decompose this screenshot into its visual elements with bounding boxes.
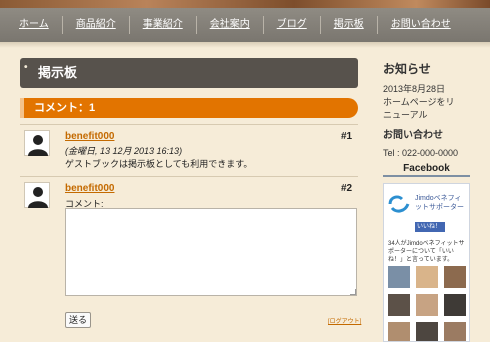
avatar bbox=[24, 182, 50, 208]
fan-avatar[interactable] bbox=[444, 294, 466, 316]
fan-avatar[interactable] bbox=[444, 266, 466, 288]
fan-avatar[interactable] bbox=[444, 322, 466, 341]
news-date: 2013年8月28日 bbox=[383, 84, 446, 94]
divider bbox=[20, 176, 358, 177]
resize-grip-icon bbox=[350, 289, 356, 295]
fan-avatar[interactable] bbox=[416, 322, 438, 341]
form-comment-number: #2 bbox=[341, 183, 353, 194]
page-title: • 掲示板 bbox=[20, 58, 358, 88]
news-text-line1: ホームページをリ bbox=[383, 97, 455, 107]
comment-count-bar: コメント：1 bbox=[20, 98, 358, 118]
nav-shadow bbox=[0, 42, 490, 48]
nav-item-contact[interactable]: お問い合わせ bbox=[378, 16, 464, 34]
comment-count-label: コメント：1 bbox=[34, 102, 96, 114]
user-silhouette-icon bbox=[28, 135, 48, 156]
facebook-title: Facebook bbox=[383, 163, 470, 177]
header-banner bbox=[0, 0, 490, 8]
nav-item-company[interactable]: 会社案内 bbox=[197, 16, 264, 34]
divider bbox=[20, 124, 358, 125]
fb-like-button[interactable]: いいね！ bbox=[415, 222, 445, 232]
facebook-widget: Jimdoベネフィットサポーター いいね！ 34人がJimdoベネフィットサポー… bbox=[383, 183, 470, 342]
comment-date: (金曜日, 13 12月 2013 16:13) bbox=[65, 146, 183, 156]
logout-link[interactable]: [ログアウト] bbox=[328, 316, 361, 325]
fan-avatar[interactable] bbox=[388, 322, 410, 341]
nav-item-home[interactable]: ホーム bbox=[0, 16, 63, 34]
news-title: お知らせ bbox=[383, 62, 431, 76]
fan-avatar[interactable] bbox=[416, 266, 438, 288]
textarea-resize-handle[interactable] bbox=[65, 208, 357, 296]
send-button[interactable]: 送る bbox=[65, 312, 91, 328]
comment-number: #1 bbox=[341, 131, 353, 142]
contact-tel: Tel : 022-000-0000 bbox=[383, 148, 459, 158]
fb-page-name[interactable]: Jimdoベネフィットサポーター bbox=[415, 194, 467, 212]
page-title-text: 掲示板 bbox=[38, 65, 78, 80]
nav-item-business[interactable]: 事業紹介 bbox=[130, 16, 197, 34]
nav-item-products[interactable]: 商品紹介 bbox=[63, 16, 130, 34]
news-text-line2: ニューアル bbox=[383, 110, 428, 120]
fb-like-count: 34人がJimdoベネフィットサポーターについて「いいね！」と言っています。 bbox=[388, 241, 465, 263]
comment-bar-edge bbox=[20, 98, 24, 118]
contact-title: お問い合わせ bbox=[383, 130, 443, 141]
title-bullet-icon: • bbox=[24, 62, 28, 73]
nav-item-board[interactable]: 掲示板 bbox=[321, 16, 378, 34]
fan-avatar[interactable] bbox=[388, 294, 410, 316]
jimdo-logo-icon bbox=[388, 195, 410, 213]
nav-item-blog[interactable]: ブログ bbox=[264, 16, 321, 34]
comment-author-link[interactable]: benefit000 bbox=[65, 131, 114, 142]
comment-text: ゲストブックは掲示板としても利用できます。 bbox=[65, 159, 253, 169]
main-nav: ホーム 商品紹介 事業紹介 会社案内 ブログ 掲示板 お問い合わせ bbox=[0, 8, 490, 42]
fan-avatar[interactable] bbox=[416, 294, 438, 316]
form-author-link[interactable]: benefit000 bbox=[65, 183, 114, 194]
fan-avatar[interactable] bbox=[388, 266, 410, 288]
avatar bbox=[24, 130, 50, 156]
user-silhouette-icon bbox=[28, 187, 48, 208]
